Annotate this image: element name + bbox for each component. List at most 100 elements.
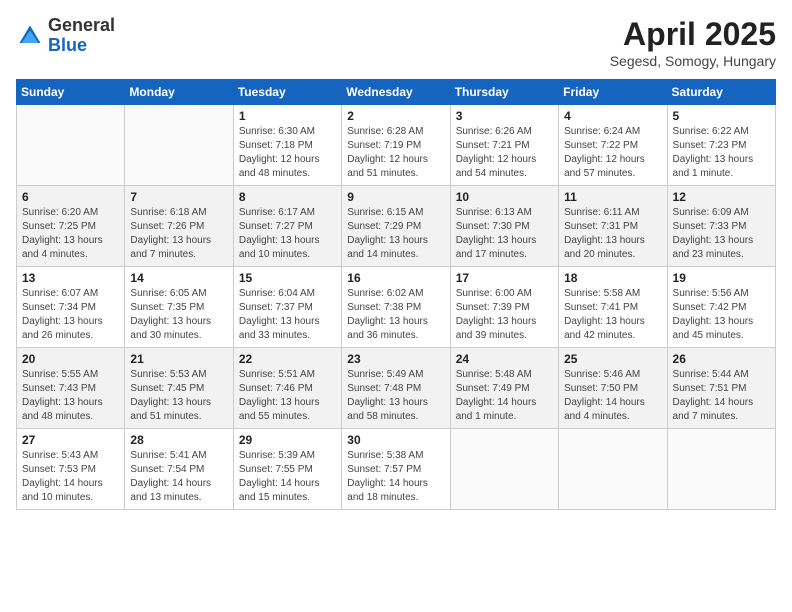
day-number: 10 xyxy=(456,190,553,204)
calendar-cell: 30 Sunrise: 5:38 AM Sunset: 7:57 PM Dayli… xyxy=(342,429,450,510)
day-info: Sunrise: 6:11 AM Sunset: 7:31 PM Dayligh… xyxy=(564,206,661,262)
day-number: 25 xyxy=(564,352,661,366)
calendar-cell xyxy=(667,429,775,510)
calendar-cell: 10 Sunrise: 6:13 AM Sunset: 7:30 PM Dayli… xyxy=(450,186,558,267)
weekday-header: Friday xyxy=(559,80,667,105)
day-number: 30 xyxy=(347,433,444,447)
calendar-cell: 18 Sunrise: 5:58 AM Sunset: 7:41 PM Dayli… xyxy=(559,267,667,348)
logo-general-text: General xyxy=(48,16,115,36)
day-number: 28 xyxy=(130,433,227,447)
day-info: Sunrise: 5:51 AM Sunset: 7:46 PM Dayligh… xyxy=(239,368,336,424)
day-number: 15 xyxy=(239,271,336,285)
day-info: Sunrise: 6:22 AM Sunset: 7:23 PM Dayligh… xyxy=(673,125,770,181)
day-info: Sunrise: 5:43 AM Sunset: 7:53 PM Dayligh… xyxy=(22,449,119,505)
day-info: Sunrise: 5:53 AM Sunset: 7:45 PM Dayligh… xyxy=(130,368,227,424)
weekday-header: Saturday xyxy=(667,80,775,105)
weekday-header: Monday xyxy=(125,80,233,105)
day-number: 14 xyxy=(130,271,227,285)
header: General Blue April 2025 Segesd, Somogy, … xyxy=(16,16,776,69)
day-number: 29 xyxy=(239,433,336,447)
calendar-cell xyxy=(125,105,233,186)
title-area: April 2025 Segesd, Somogy, Hungary xyxy=(610,16,776,69)
day-info: Sunrise: 5:48 AM Sunset: 7:49 PM Dayligh… xyxy=(456,368,553,424)
day-number: 20 xyxy=(22,352,119,366)
day-info: Sunrise: 5:58 AM Sunset: 7:41 PM Dayligh… xyxy=(564,287,661,343)
day-info: Sunrise: 5:56 AM Sunset: 7:42 PM Dayligh… xyxy=(673,287,770,343)
calendar-cell: 17 Sunrise: 6:00 AM Sunset: 7:39 PM Dayli… xyxy=(450,267,558,348)
calendar-cell: 28Sunrise: 5:41 AM Sunset: 7:54 PM Dayli… xyxy=(125,429,233,510)
day-number: 26 xyxy=(673,352,770,366)
day-info: Sunrise: 6:26 AM Sunset: 7:21 PM Dayligh… xyxy=(456,125,553,181)
day-number: 4 xyxy=(564,109,661,123)
day-number: 8 xyxy=(239,190,336,204)
day-number: 16 xyxy=(347,271,444,285)
day-info: Sunrise: 6:05 AM Sunset: 7:35 PM Dayligh… xyxy=(130,287,227,343)
day-info: Sunrise: 6:18 AM Sunset: 7:26 PM Dayligh… xyxy=(130,206,227,262)
day-info: Sunrise: 5:38 AM Sunset: 7:57 PM Dayligh… xyxy=(347,449,444,505)
day-info: Sunrise: 6:09 AM Sunset: 7:33 PM Dayligh… xyxy=(673,206,770,262)
calendar-cell: 26 Sunrise: 5:44 AM Sunset: 7:51 PM Dayli… xyxy=(667,348,775,429)
calendar-cell: 27 Sunrise: 5:43 AM Sunset: 7:53 PM Dayli… xyxy=(17,429,125,510)
calendar-cell: 16Sunrise: 6:02 AM Sunset: 7:38 PM Dayli… xyxy=(342,267,450,348)
day-number: 7 xyxy=(130,190,227,204)
day-info: Sunrise: 6:15 AM Sunset: 7:29 PM Dayligh… xyxy=(347,206,444,262)
logo-text: General Blue xyxy=(48,16,115,56)
day-info: Sunrise: 6:17 AM Sunset: 7:27 PM Dayligh… xyxy=(239,206,336,262)
day-number: 6 xyxy=(22,190,119,204)
day-number: 3 xyxy=(456,109,553,123)
day-info: Sunrise: 6:20 AM Sunset: 7:25 PM Dayligh… xyxy=(22,206,119,262)
calendar-cell: 24Sunrise: 5:48 AM Sunset: 7:49 PM Dayli… xyxy=(450,348,558,429)
calendar-cell: 15 Sunrise: 6:04 AM Sunset: 7:37 PM Dayli… xyxy=(233,267,341,348)
calendar-cell: 7 Sunrise: 6:18 AM Sunset: 7:26 PM Daylig… xyxy=(125,186,233,267)
weekday-header: Tuesday xyxy=(233,80,341,105)
day-info: Sunrise: 5:44 AM Sunset: 7:51 PM Dayligh… xyxy=(673,368,770,424)
calendar-cell: 4 Sunrise: 6:24 AM Sunset: 7:22 PM Daylig… xyxy=(559,105,667,186)
day-number: 12 xyxy=(673,190,770,204)
day-number: 13 xyxy=(22,271,119,285)
weekday-header: Wednesday xyxy=(342,80,450,105)
day-info: Sunrise: 6:24 AM Sunset: 7:22 PM Dayligh… xyxy=(564,125,661,181)
calendar-cell: 20 Sunrise: 5:55 AM Sunset: 7:43 PM Dayli… xyxy=(17,348,125,429)
day-number: 2 xyxy=(347,109,444,123)
calendar-cell: 3 Sunrise: 6:26 AM Sunset: 7:21 PM Daylig… xyxy=(450,105,558,186)
calendar-cell: 1 Sunrise: 6:30 AM Sunset: 7:18 PM Daylig… xyxy=(233,105,341,186)
day-number: 17 xyxy=(456,271,553,285)
calendar-week-row: 1 Sunrise: 6:30 AM Sunset: 7:18 PM Daylig… xyxy=(17,105,776,186)
day-info: Sunrise: 6:00 AM Sunset: 7:39 PM Dayligh… xyxy=(456,287,553,343)
calendar-cell: 2 Sunrise: 6:28 AM Sunset: 7:19 PM Daylig… xyxy=(342,105,450,186)
calendar-cell: 13Sunrise: 6:07 AM Sunset: 7:34 PM Dayli… xyxy=(17,267,125,348)
calendar-cell: 6 Sunrise: 6:20 AM Sunset: 7:25 PM Daylig… xyxy=(17,186,125,267)
day-number: 18 xyxy=(564,271,661,285)
logo-blue-text: Blue xyxy=(48,36,115,56)
day-number: 19 xyxy=(673,271,770,285)
day-info: Sunrise: 6:13 AM Sunset: 7:30 PM Dayligh… xyxy=(456,206,553,262)
day-number: 1 xyxy=(239,109,336,123)
calendar-cell xyxy=(450,429,558,510)
day-number: 5 xyxy=(673,109,770,123)
calendar-cell: 14 Sunrise: 6:05 AM Sunset: 7:35 PM Dayli… xyxy=(125,267,233,348)
day-number: 21 xyxy=(130,352,227,366)
day-info: Sunrise: 6:04 AM Sunset: 7:37 PM Dayligh… xyxy=(239,287,336,343)
calendar-cell: 12 Sunrise: 6:09 AM Sunset: 7:33 PM Dayli… xyxy=(667,186,775,267)
day-number: 23 xyxy=(347,352,444,366)
day-info: Sunrise: 5:39 AM Sunset: 7:55 PM Dayligh… xyxy=(239,449,336,505)
day-number: 22 xyxy=(239,352,336,366)
calendar-cell: 23 Sunrise: 5:49 AM Sunset: 7:48 PM Dayli… xyxy=(342,348,450,429)
day-info: Sunrise: 6:30 AM Sunset: 7:18 PM Dayligh… xyxy=(239,125,336,181)
day-info: Sunrise: 5:46 AM Sunset: 7:50 PM Dayligh… xyxy=(564,368,661,424)
day-number: 9 xyxy=(347,190,444,204)
calendar-cell: 5 Sunrise: 6:22 AM Sunset: 7:23 PM Daylig… xyxy=(667,105,775,186)
logo-icon xyxy=(16,22,44,50)
logo: General Blue xyxy=(16,16,115,56)
calendar-week-row: 20 Sunrise: 5:55 AM Sunset: 7:43 PM Dayli… xyxy=(17,348,776,429)
day-info: Sunrise: 6:28 AM Sunset: 7:19 PM Dayligh… xyxy=(347,125,444,181)
calendar-week-row: 6 Sunrise: 6:20 AM Sunset: 7:25 PM Daylig… xyxy=(17,186,776,267)
day-info: Sunrise: 5:55 AM Sunset: 7:43 PM Dayligh… xyxy=(22,368,119,424)
calendar-cell: 22 Sunrise: 5:51 AM Sunset: 7:46 PM Dayli… xyxy=(233,348,341,429)
calendar-cell xyxy=(559,429,667,510)
weekday-header-row: SundayMondayTuesdayWednesdayThursdayFrid… xyxy=(17,80,776,105)
calendar-cell: 9 Sunrise: 6:15 AM Sunset: 7:29 PM Daylig… xyxy=(342,186,450,267)
day-info: Sunrise: 5:49 AM Sunset: 7:48 PM Dayligh… xyxy=(347,368,444,424)
day-number: 27 xyxy=(22,433,119,447)
weekday-header: Sunday xyxy=(17,80,125,105)
